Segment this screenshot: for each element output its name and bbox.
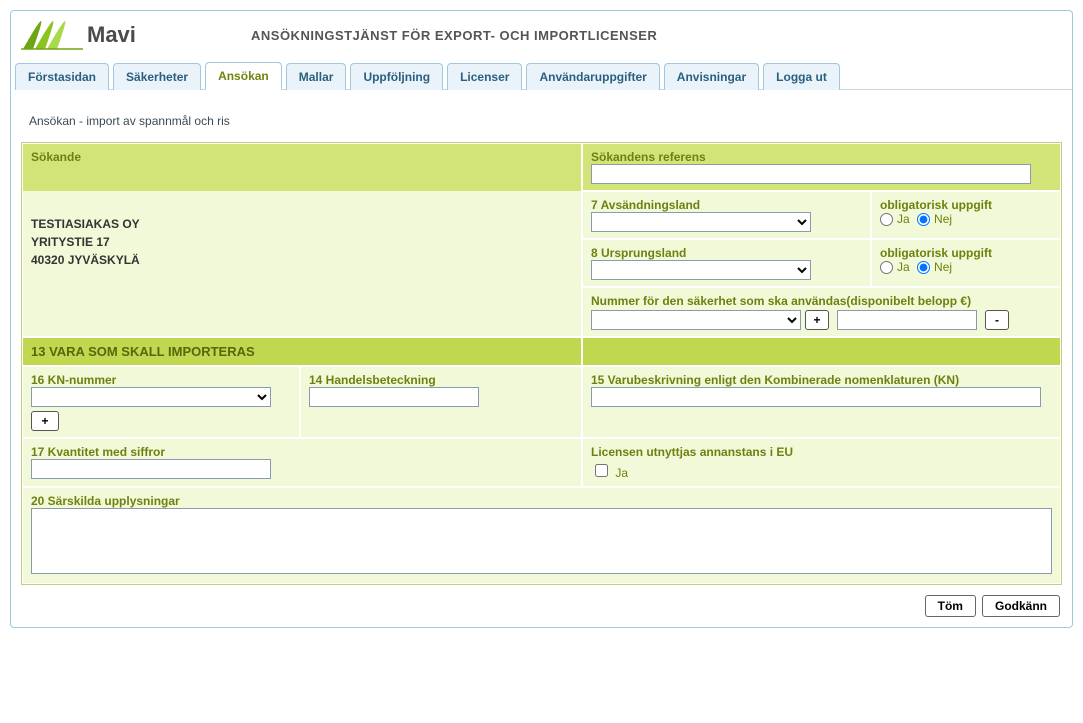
tab-label: Användaruppgifter xyxy=(539,70,646,84)
applicant-city: 40320 JYVÄSKYLÄ xyxy=(31,251,573,269)
security-remove-button[interactable]: - xyxy=(985,310,1009,330)
tab-label: Uppföljning xyxy=(363,70,430,84)
radio-label: Nej xyxy=(934,260,952,274)
section13-fill xyxy=(582,337,1061,366)
field8-label: 8 Ursprungsland xyxy=(591,246,862,260)
reference-heading: Sökandens referens xyxy=(591,150,1052,164)
radio-label: Ja xyxy=(897,212,910,226)
tab-label: Logga ut xyxy=(776,70,827,84)
field20-label: 20 Särskilda upplysningar xyxy=(31,494,1052,508)
field16-label: 16 KN-nummer xyxy=(31,373,291,387)
field7-mandatory-label: obligatorisk uppgift xyxy=(880,198,1052,212)
tab-anvisningar[interactable]: Anvisningar xyxy=(664,63,759,90)
license-eu-checkbox[interactable] xyxy=(595,464,608,477)
security-label: Nummer för den säkerhet som ska användas… xyxy=(591,294,1052,308)
field7-label: 7 Avsändningsland xyxy=(591,198,862,212)
security-amount-input[interactable] xyxy=(837,310,977,330)
app-window: Mavi ANSÖKNINGSTJÄNST FÖR EXPORT- OCH IM… xyxy=(10,10,1073,628)
field20-textarea[interactable] xyxy=(31,508,1052,574)
tab-ansokan[interactable]: Ansökan xyxy=(205,62,282,90)
field7-select[interactable] xyxy=(591,212,811,232)
brand-name: Mavi xyxy=(87,22,136,48)
applicant-address: TESTIASIAKAS OY YRITYSTIE 17 40320 JYVÄS… xyxy=(31,197,573,269)
field8-radio-ja[interactable] xyxy=(880,261,893,274)
field7-radio-group: Ja Nej xyxy=(880,212,1052,226)
field7-radio-ja[interactable] xyxy=(880,213,893,226)
applicant-heading: Sökande xyxy=(31,150,81,164)
tab-forstasidan[interactable]: Förstasidan xyxy=(15,63,109,90)
tab-logga-ut[interactable]: Logga ut xyxy=(763,63,840,90)
field8-select[interactable] xyxy=(591,260,811,280)
applicant-street: YRITYSTIE 17 xyxy=(31,233,573,251)
reference-input[interactable] xyxy=(591,164,1031,184)
radio-label: Nej xyxy=(934,212,952,226)
field8-radio-nej[interactable] xyxy=(917,261,930,274)
field8-radio-group: Ja Nej xyxy=(880,260,1052,274)
license-eu-label: Licensen utnyttjas annanstans i EU xyxy=(591,445,1052,459)
tab-label: Anvisningar xyxy=(677,70,746,84)
radio-label: Ja xyxy=(897,260,910,274)
field7-radio-nej[interactable] xyxy=(917,213,930,226)
page-title: ANSÖKNINGSTJÄNST FÖR EXPORT- OCH IMPORTL… xyxy=(251,28,657,43)
logo: Mavi xyxy=(21,19,201,51)
footer-actions: Töm Godkänn xyxy=(11,595,1060,617)
field15-input[interactable] xyxy=(591,387,1041,407)
field14-label: 14 Handelsbeteckning xyxy=(309,373,573,387)
security-select[interactable] xyxy=(591,310,801,330)
tab-label: Licenser xyxy=(460,70,509,84)
tab-mallar[interactable]: Mallar xyxy=(286,63,347,90)
tab-label: Förstasidan xyxy=(28,70,96,84)
security-add-button[interactable]: + xyxy=(805,310,829,330)
tab-uppfoljning[interactable]: Uppföljning xyxy=(350,63,443,90)
approve-button[interactable]: Godkänn xyxy=(982,595,1060,617)
tab-sakerheter[interactable]: Säkerheter xyxy=(113,63,201,90)
tab-label: Mallar xyxy=(299,70,334,84)
tab-anvandaruppgifter[interactable]: Användaruppgifter xyxy=(526,63,659,90)
field16-select[interactable] xyxy=(31,387,271,407)
form-subtitle: Ansökan - import av spannmål och ris xyxy=(29,114,1072,128)
applicant-name: TESTIASIAKAS OY xyxy=(31,215,573,233)
header: Mavi ANSÖKNINGSTJÄNST FÖR EXPORT- OCH IM… xyxy=(11,11,1072,51)
license-eu-checkbox-label: Ja xyxy=(615,466,628,480)
tab-label: Ansökan xyxy=(218,69,269,83)
field15-label: 15 Varubeskrivning enligt den Kombinerad… xyxy=(591,373,1052,387)
field17-input[interactable] xyxy=(31,459,271,479)
section13-heading: 13 VARA SOM SKALL IMPORTERAS xyxy=(22,337,582,366)
field17-label: 17 Kvantitet med siffror xyxy=(31,445,573,459)
tab-bar: Förstasidan Säkerheter Ansökan Mallar Up… xyxy=(15,61,1072,90)
field16-add-button[interactable]: + xyxy=(31,411,59,431)
mavi-logo-icon xyxy=(21,19,83,51)
field14-input[interactable] xyxy=(309,387,479,407)
tab-licenser[interactable]: Licenser xyxy=(447,63,522,90)
application-form: Sökande Sökandens referens TESTIASIAKAS … xyxy=(21,142,1062,585)
tab-label: Säkerheter xyxy=(126,70,188,84)
field8-mandatory-label: obligatorisk uppgift xyxy=(880,246,1052,260)
clear-button[interactable]: Töm xyxy=(925,595,976,617)
